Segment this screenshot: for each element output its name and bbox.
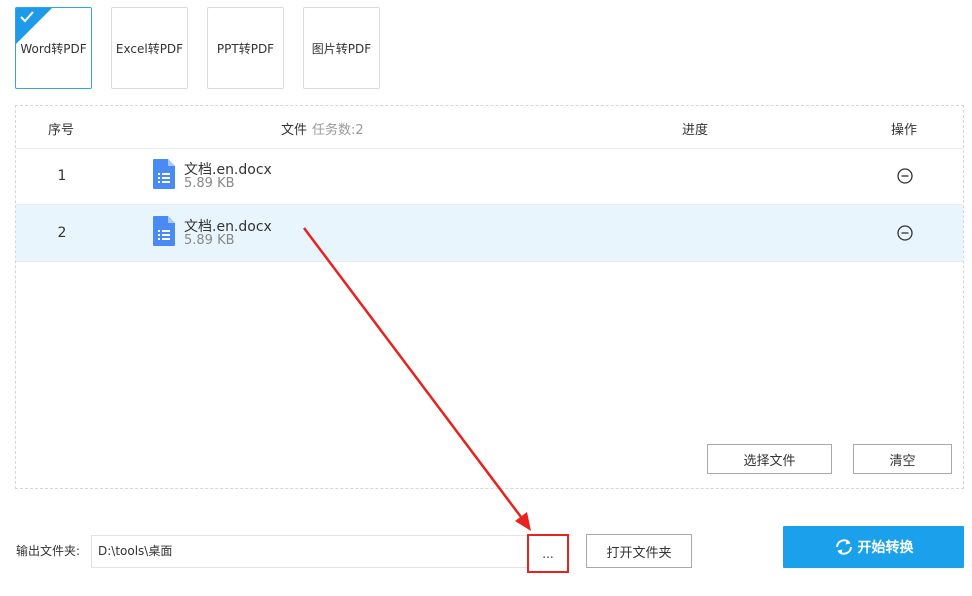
file-list-panel: 序号 文件任务数:2 进度 操作 1 文档.en.docx 5.89 KB 2 — [15, 105, 964, 489]
minus-circle-icon[interactable] — [896, 224, 914, 242]
header-progress: 进度 — [682, 123, 709, 138]
mode-excel-to-pdf[interactable]: Excel转PDF — [111, 7, 188, 89]
header-task-count: 任务数:2 — [312, 123, 364, 138]
open-folder-button[interactable]: 打开文件夹 — [586, 534, 692, 568]
select-files-button[interactable]: 选择文件 — [707, 444, 832, 474]
mode-image-to-pdf[interactable]: 图片转PDF — [303, 7, 380, 89]
check-icon — [20, 11, 34, 23]
table-header: 序号 文件 任务数:2 进度 操作 — [16, 106, 963, 149]
row-index: 1 — [57, 168, 67, 184]
mode-label: PPT转PDF — [216, 41, 275, 56]
output-folder-field[interactable]: D:\tools\桌面 — [91, 535, 561, 568]
file-size: 5.89 KB — [184, 233, 235, 248]
document-icon — [153, 159, 175, 189]
header-index: 序号 — [48, 123, 75, 138]
file-size: 5.89 KB — [184, 176, 235, 191]
start-convert-label: 开始转换 — [857, 540, 914, 556]
start-convert-button[interactable]: 开始转换 — [783, 526, 964, 568]
mode-label: Excel转PDF — [115, 41, 184, 56]
clear-button[interactable]: 清空 — [853, 444, 952, 474]
table-row[interactable]: 2 文档.en.docx 5.89 KB — [16, 205, 963, 262]
minus-circle-icon[interactable] — [896, 167, 914, 185]
header-file: 文件 任务数:2 — [281, 119, 364, 138]
row-index: 2 — [57, 225, 67, 241]
mode-ppt-to-pdf[interactable]: PPT转PDF — [207, 7, 284, 89]
mode-word-to-pdf[interactable]: Word转PDF — [15, 7, 92, 89]
refresh-icon — [835, 539, 852, 555]
output-folder-label: 输出文件夹: — [16, 544, 81, 558]
mode-label: 图片转PDF — [311, 41, 372, 56]
browse-button[interactable]: ... — [527, 534, 569, 573]
header-file-label: 文件 — [281, 123, 308, 138]
table-row[interactable]: 1 文档.en.docx 5.89 KB — [16, 148, 963, 205]
header-action: 操作 — [891, 123, 918, 138]
document-icon — [153, 216, 175, 246]
